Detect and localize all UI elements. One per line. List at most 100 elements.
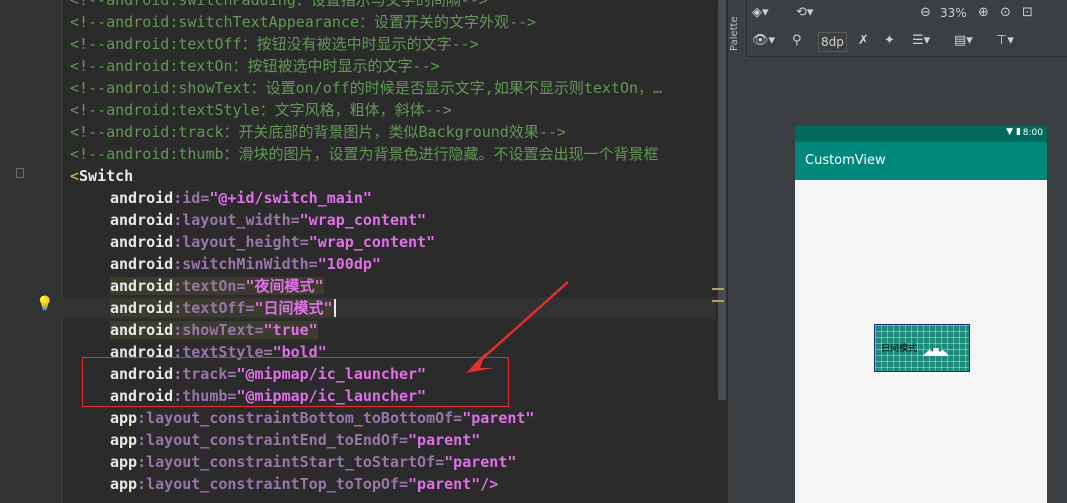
xml-comment: <!--android:textOn：按钮被选中时显示的文字--> xyxy=(70,57,440,75)
zoom-level: 33% xyxy=(940,6,967,20)
text-caret xyxy=(333,299,336,317)
editor-scrollbar[interactable] xyxy=(718,0,726,400)
attr-value: "parent" xyxy=(462,409,535,427)
switch-preview[interactable]: 日间模式 xyxy=(874,324,970,372)
code-line[interactable]: <!--android:switchTextAppearance：设置开关的文字… xyxy=(0,11,716,33)
attr-namespace: android xyxy=(110,255,174,273)
code-line[interactable]: <!--android:textStyle：文字风格，粗体，斜体--> xyxy=(0,99,716,121)
code-line[interactable]: android:id="@+id/switch_main" xyxy=(0,187,716,209)
code-line[interactable]: android:switchMinWidth="100dp" xyxy=(0,253,716,275)
code-line-content: <!--android:textStyle：文字风格，粗体，斜体--> xyxy=(70,99,452,121)
design-toolbar-top: ◈▾ ⟲▾ ⊖ 33% ⊕ ⊙ ⊡ xyxy=(746,0,1067,26)
code-line[interactable]: android:textOn="夜间模式" xyxy=(0,275,716,297)
code-line-content: <!--android:textOn：按钮被选中时显示的文字--> xyxy=(70,55,440,77)
annotation-highlight-box xyxy=(82,357,509,407)
attr-namespace: app xyxy=(110,475,138,493)
code-line[interactable]: <Switch xyxy=(0,165,716,187)
align-icon[interactable]: ▤▾ xyxy=(954,32,973,50)
layers-icon[interactable]: ◈▾ xyxy=(752,4,769,22)
zoom-in-icon[interactable]: ⊕ xyxy=(978,4,989,22)
code-line-content: <!--android:showText：设置on/off的时候是否显示文字,如… xyxy=(70,77,662,99)
palette-tab[interactable]: Palette xyxy=(729,4,745,64)
code-line-content: android:textOn="夜间模式" xyxy=(110,275,324,297)
code-line[interactable]: <!--android:thumb：滑块的图片，设置为背景色进行隐藏。不设置会出… xyxy=(0,143,716,165)
code-line[interactable]: android:showText="true" xyxy=(0,319,716,341)
device-screen xyxy=(795,126,1047,503)
code-line-content: android:textOff="日间模式" xyxy=(110,297,336,319)
code-line[interactable]: <!--android:textOn：按钮被选中时显示的文字--> xyxy=(0,55,716,77)
attr-namespace: android xyxy=(110,211,174,229)
rotate-icon[interactable]: ⟲▾ xyxy=(796,4,813,22)
code-line[interactable]: app:layout_constraintBottom_toBottomOf="… xyxy=(0,407,716,429)
code-line-content: android:switchMinWidth="100dp" xyxy=(110,253,381,275)
attr-name: :layout_constraintEnd_toEndOf= xyxy=(137,431,409,449)
xml-comment: <!--android:track：开关底部的背景图片，类似Background… xyxy=(70,123,566,141)
palette-strip[interactable] xyxy=(728,0,747,503)
code-line-content: <!--android:thumb：滑块的图片，设置为背景色进行隐藏。不设置会出… xyxy=(70,143,659,165)
code-line[interactable]: <!--android:switchPadding：设置指示与文字的间隔--> xyxy=(0,0,716,11)
attr-value: "100dp" xyxy=(317,255,381,273)
xml-comment: <!--android:showText：设置on/off的时候是否显示文字,如… xyxy=(70,79,663,97)
attr-name: :layout_constraintBottom_toBottomOf= xyxy=(137,409,463,427)
design-toolbar-bottom: 👁▾ ⚲ 8dp ✗ ✦ ☰▾ ▤▾ ⊤▾ xyxy=(746,28,1067,54)
attr-name: :showText= xyxy=(173,321,264,339)
default-margin[interactable]: 8dp xyxy=(818,32,847,52)
code-line-content: android:id="@+id/switch_main" xyxy=(110,187,372,209)
pack-icon[interactable]: ☰▾ xyxy=(912,32,930,50)
android-launcher-icon xyxy=(923,348,949,356)
code-line-content: <Switch xyxy=(70,165,133,187)
code-line[interactable]: android:textOff="日间模式" xyxy=(0,297,716,319)
attr-namespace: android xyxy=(110,189,174,207)
attr-value: "true" xyxy=(263,321,318,339)
attr-value: "parent" xyxy=(408,431,481,449)
attr-name: :layout_height= xyxy=(173,233,309,251)
attr-name: :textOff= xyxy=(173,299,255,317)
attr-name: :switchMinWidth= xyxy=(173,255,318,273)
attr-value: "wrap_content" xyxy=(299,211,427,229)
zoom-actual-icon[interactable]: ⊡ xyxy=(1022,4,1033,22)
code-line-content: <!--android:switchTextAppearance：设置开关的文字… xyxy=(70,11,536,33)
attr-name: :id= xyxy=(173,189,210,207)
code-line[interactable]: <!--android:textOff：按钮没有被选中时显示的文字--> xyxy=(0,33,716,55)
code-line[interactable]: <!--android:track：开关底部的背景图片，类似Background… xyxy=(0,121,716,143)
zoom-out-icon[interactable]: ⊖ xyxy=(920,4,931,22)
fold-marker-icon[interactable] xyxy=(16,168,24,178)
eye-icon[interactable]: 👁▾ xyxy=(752,32,775,50)
attr-namespace: android xyxy=(110,277,174,295)
attr-value: "wrap_content" xyxy=(308,233,436,251)
zoom-fit-icon[interactable]: ⊙ xyxy=(1000,4,1011,22)
code-line-content: app:layout_constraintEnd_toEndOf="parent… xyxy=(110,429,480,451)
code-line[interactable]: app:layout_constraintStart_toStartOf="pa… xyxy=(0,451,716,473)
app-bar: CustomView xyxy=(795,142,1047,180)
code-line-content: <!--android:textOff：按钮没有被选中时显示的文字--> xyxy=(70,33,479,55)
device-status-bar: ▼ ▮ 8:00 xyxy=(795,126,1047,142)
attr-value: "parent"/> xyxy=(408,475,499,493)
attr-namespace: app xyxy=(110,431,138,449)
code-line[interactable]: android:layout_height="wrap_content" xyxy=(0,231,716,253)
guidelines-icon[interactable]: ⊤▾ xyxy=(996,32,1014,50)
code-line[interactable]: android:layout_width="wrap_content" xyxy=(0,209,716,231)
attr-name: :layout_width= xyxy=(173,211,300,229)
code-line-content: android:layout_width="wrap_content" xyxy=(110,209,426,231)
code-editor[interactable]: <!--android:switchPadding：设置指示与文字的间隔--> <… xyxy=(0,0,728,503)
attr-name: :textOn= xyxy=(173,277,246,295)
code-line[interactable]: <!--android:showText：设置on/off的时候是否显示文字,如… xyxy=(0,77,716,99)
code-line[interactable]: app:layout_constraintEnd_toEndOf="parent… xyxy=(0,429,716,451)
app-title: CustomView xyxy=(805,153,886,168)
code-line-content: android:layout_height="wrap_content" xyxy=(110,231,435,253)
xml-comment: <!--android:switchTextAppearance：设置开关的文字… xyxy=(70,13,537,31)
change-marker xyxy=(712,300,724,302)
code-line-content: <!--android:track：开关底部的背景图片，类似Background… xyxy=(70,121,566,143)
attr-value: "夜间模式" xyxy=(245,277,324,295)
status-clock: 8:00 xyxy=(1022,128,1043,138)
code-line[interactable]: app:layout_constraintTop_toTopOf="parent… xyxy=(0,473,716,495)
lightbulb-icon[interactable]: 💡 xyxy=(36,296,53,312)
code-line-content: <!--android:switchPadding：设置指示与文字的间隔--> xyxy=(70,0,488,11)
attr-value: "parent" xyxy=(444,453,517,471)
code-line-content: app:layout_constraintTop_toTopOf="parent… xyxy=(110,473,498,495)
xml-comment: <!--android:thumb：滑块的图片，设置为背景色进行隐藏。不设置会出… xyxy=(70,145,659,163)
clear-constraints-icon[interactable]: ✗ xyxy=(858,32,869,50)
infer-constraints-icon[interactable]: ✦ xyxy=(884,32,895,50)
xml-comment: <!--android:textOff：按钮没有被选中时显示的文字--> xyxy=(70,35,479,53)
autoconnect-icon[interactable]: ⚲ xyxy=(792,32,802,50)
